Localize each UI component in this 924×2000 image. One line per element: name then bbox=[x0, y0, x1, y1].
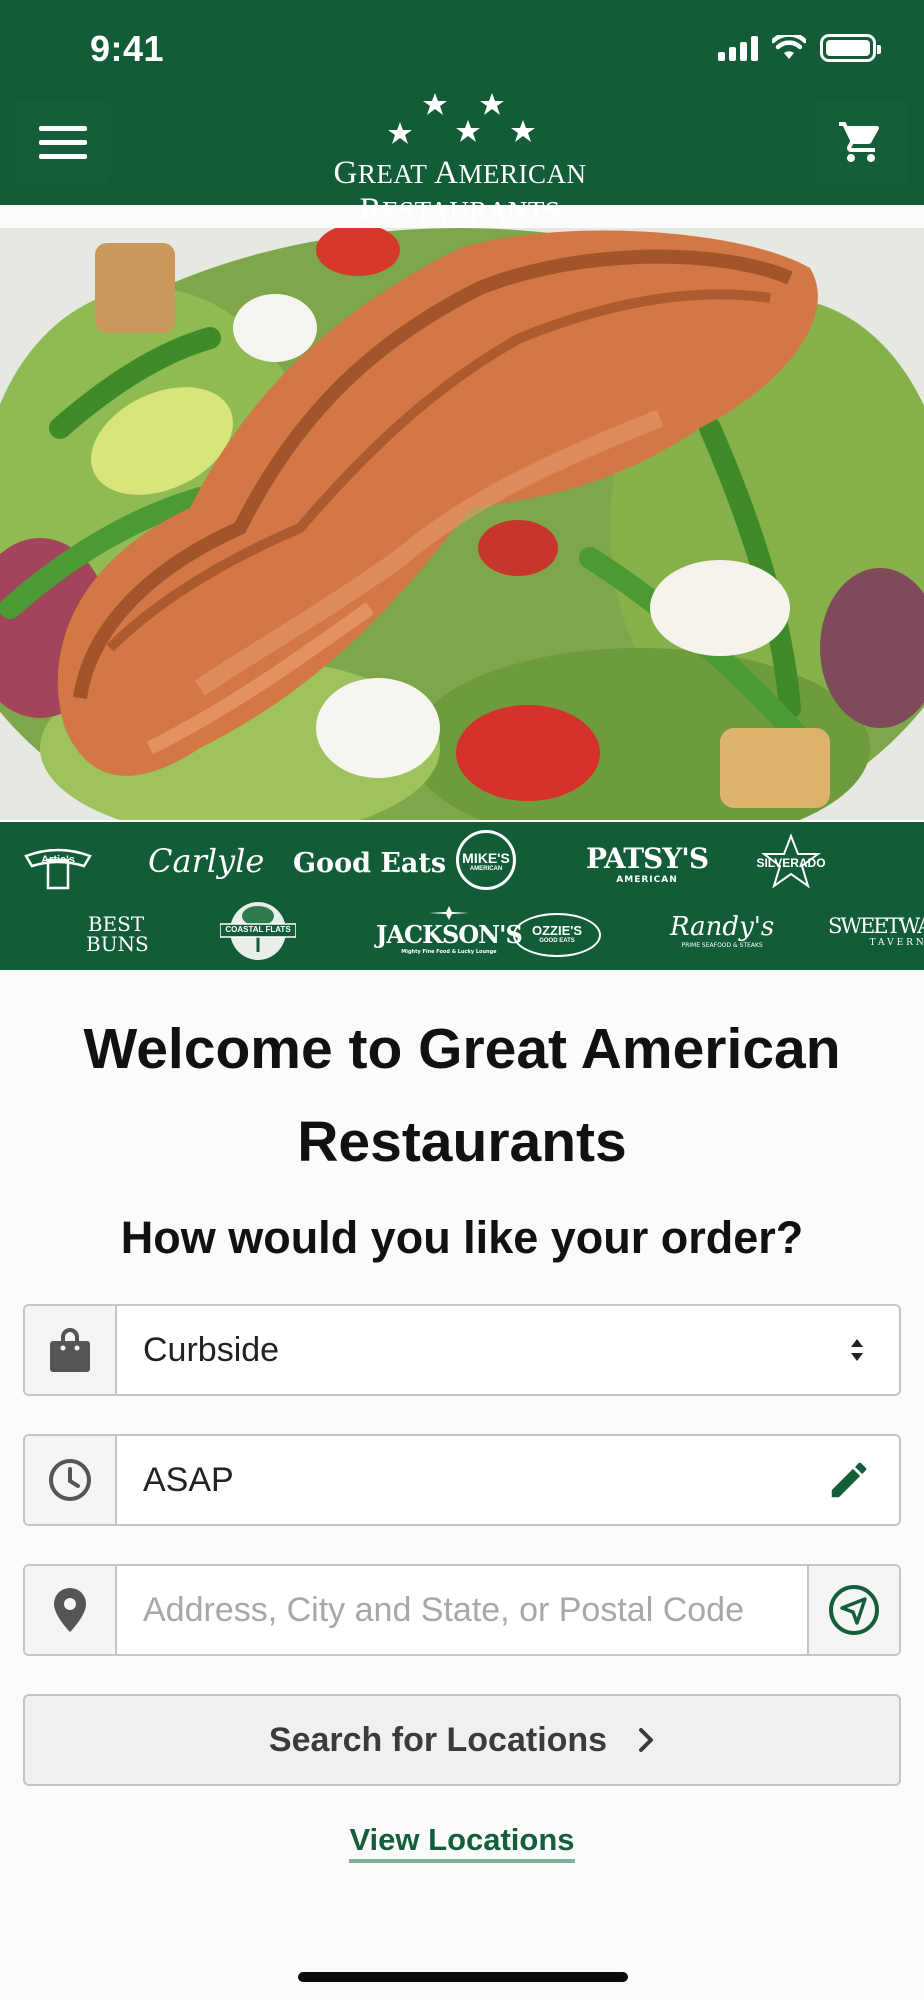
shopping-bag-icon bbox=[50, 1328, 90, 1372]
order-time-field[interactable]: ASAP bbox=[23, 1434, 901, 1526]
brand-logo-good-eats: Good Eats bbox=[293, 848, 447, 879]
brand-logos-strip: Artie's Carlyle Good Eats MIKE'S AMERICA… bbox=[0, 822, 924, 970]
cart-icon bbox=[839, 122, 880, 162]
brand-logo-ozzies: OZZIE'S GOOD EATS bbox=[513, 913, 601, 957]
navigation-icon bbox=[829, 1585, 879, 1635]
wifi-icon bbox=[772, 35, 806, 59]
edit-time-button[interactable] bbox=[799, 1436, 899, 1524]
cellular-signal-icon bbox=[718, 35, 758, 61]
map-pin-icon bbox=[54, 1588, 86, 1632]
status-icons bbox=[718, 34, 881, 62]
brand-logo-arties: Artie's bbox=[22, 844, 94, 890]
menu-button[interactable] bbox=[16, 100, 110, 184]
brand-logo-sweetwater: SWEETWATER TAVERN bbox=[828, 914, 924, 948]
order-time-addon bbox=[25, 1436, 117, 1524]
battery-icon bbox=[820, 34, 881, 62]
home-indicator bbox=[298, 1972, 628, 1982]
order-type-value: Curbside bbox=[143, 1330, 280, 1369]
order-question: How would you like your order? bbox=[120, 1212, 804, 1263]
use-current-location-button[interactable] bbox=[807, 1566, 899, 1654]
address-addon bbox=[25, 1566, 117, 1654]
brand-logo-mikes: MIKE'S AMERICAN bbox=[456, 830, 516, 890]
salmon-salad-illustration bbox=[0, 228, 924, 820]
brand-logo-best-buns: BEST BUNS bbox=[86, 912, 149, 956]
order-type-addon bbox=[25, 1306, 117, 1394]
view-locations-link[interactable]: View Locations bbox=[349, 1822, 575, 1863]
clock-icon bbox=[49, 1459, 91, 1501]
status-time: 9:41 bbox=[90, 28, 165, 69]
logo-stars-icon bbox=[388, 93, 535, 144]
brand-logo-randys: Randy's PRIME SEAFOOD & STEAKS bbox=[670, 912, 775, 949]
pencil-icon bbox=[831, 1462, 867, 1498]
address-field[interactable] bbox=[23, 1564, 901, 1656]
brand-logo-coastal-flats: COASTAL FLATS bbox=[219, 900, 297, 962]
brand-logo: GREAT AMERICAN RESTAURANTS bbox=[230, 90, 690, 228]
chevron-right-icon bbox=[639, 1728, 654, 1752]
search-locations-label: Search for Locations bbox=[268, 1720, 608, 1759]
brand-logo-carlyle: Carlyle bbox=[148, 842, 265, 880]
brand-logo-jacksons: JACKSON'S Mighty Fine Food & Lucky Loung… bbox=[376, 906, 523, 955]
logo-wordmark: GREAT AMERICAN RESTAURANTS bbox=[333, 155, 587, 228]
hamburger-icon bbox=[39, 125, 87, 131]
search-locations-button[interactable]: Search for Locations bbox=[23, 1694, 901, 1786]
view-locations-link-wrapper: View Locations bbox=[0, 1822, 924, 1863]
select-arrows-icon bbox=[815, 1306, 899, 1394]
order-time-value: ASAP bbox=[143, 1460, 234, 1499]
address-input[interactable] bbox=[117, 1566, 807, 1654]
brand-logo-silverado: SILVERADO bbox=[746, 832, 836, 892]
welcome-heading: Welcome to Great American Restaurants bbox=[83, 1017, 841, 1174]
hero-image bbox=[0, 228, 924, 820]
order-type-select[interactable]: Curbside bbox=[23, 1304, 901, 1396]
brand-logo-patsys: PATSY'S AMERICAN bbox=[586, 842, 709, 885]
cart-button[interactable] bbox=[814, 100, 908, 184]
app-header: 9:41 GREAT AMERICAN RESTAURANTS bbox=[0, 0, 924, 228]
